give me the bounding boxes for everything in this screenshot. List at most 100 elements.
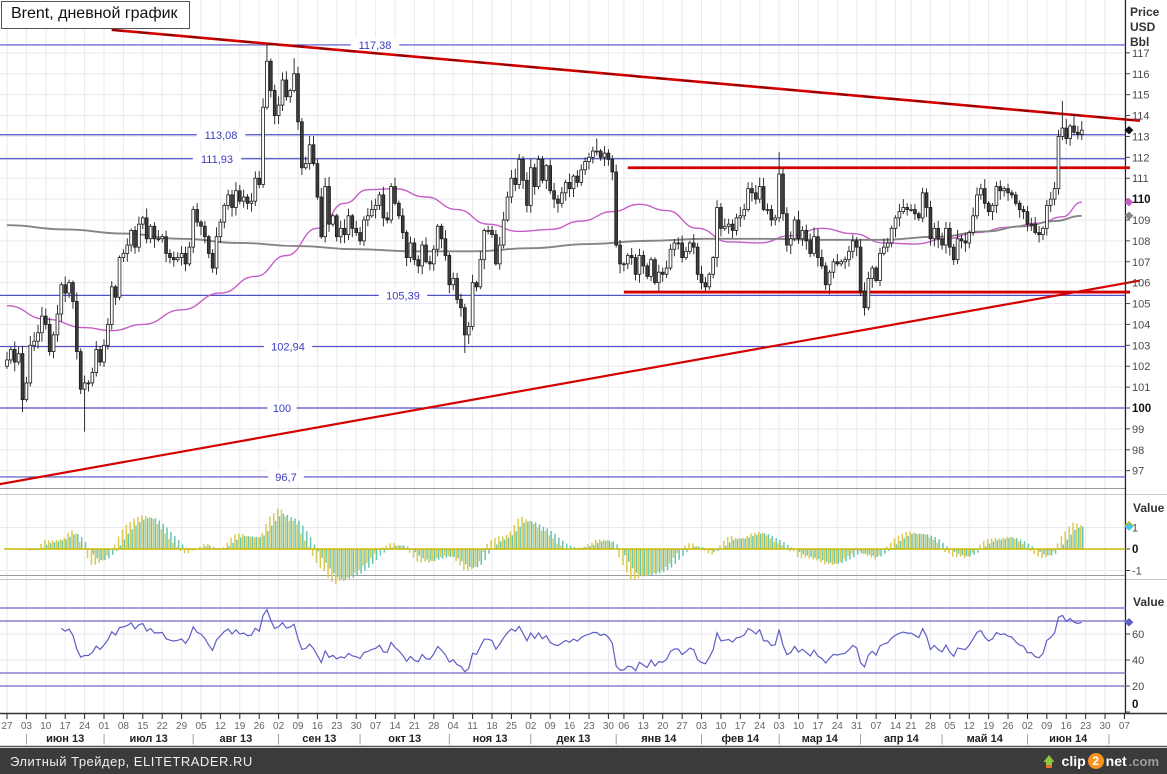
support-line-label: 117,38 xyxy=(359,40,392,52)
screenshot-root: 117,38113,08111,93105,39102,9410096,7Pri… xyxy=(0,0,1167,774)
day-tick-label: 07 xyxy=(1119,721,1131,732)
ma-fast xyxy=(7,189,1082,331)
month-label: апр 14 xyxy=(884,733,920,745)
day-tick-label: 05 xyxy=(195,721,207,732)
clip2net-word-clip: clip xyxy=(1062,753,1086,769)
oscillator-tick-label: -1 xyxy=(1132,566,1142,578)
clip2net-logo[interactable]: clip 2 net .com xyxy=(1043,753,1159,769)
day-tick-label: 09 xyxy=(545,721,557,732)
month-label: май 14 xyxy=(967,733,1004,745)
day-tick-label: 03 xyxy=(696,721,708,732)
clip2net-suffix-com: .com xyxy=(1129,754,1159,769)
month-label: сен 13 xyxy=(302,733,336,745)
day-tick-label: 27 xyxy=(1,721,13,732)
price-tick-label: 102 xyxy=(1132,361,1150,373)
day-tick-label: 24 xyxy=(754,721,766,732)
day-tick-label: 16 xyxy=(564,721,576,732)
month-separator: | xyxy=(1026,733,1029,745)
month-separator: | xyxy=(448,733,451,745)
day-tick-label: 09 xyxy=(292,721,304,732)
footer-bar: Элитный Трейдер, ELITETRADER.RU clip 2 n… xyxy=(0,748,1167,774)
rsi-tick-label: 0 xyxy=(1132,699,1138,711)
day-tick-label: 07 xyxy=(871,721,883,732)
price-tick-label: 105 xyxy=(1132,299,1150,311)
month-separator: | xyxy=(25,733,28,745)
price-tick-label: 116 xyxy=(1132,69,1150,81)
price-axis-header: Price xyxy=(1130,5,1160,19)
month-label: ноя 13 xyxy=(473,733,508,745)
clip2net-word-net: net xyxy=(1106,753,1127,769)
price-tick-label: 99 xyxy=(1132,424,1144,436)
month-label: янв 14 xyxy=(641,733,677,745)
rsi-line xyxy=(61,610,1082,672)
day-tick-label: 16 xyxy=(1061,721,1073,732)
day-tick-label: 08 xyxy=(118,721,130,732)
day-tick-label: 24 xyxy=(79,721,91,732)
day-tick-label: 21 xyxy=(905,721,917,732)
month-separator: | xyxy=(1107,733,1110,745)
month-separator: | xyxy=(615,733,618,745)
day-tick-label: 23 xyxy=(1080,721,1092,732)
day-tick-label: 10 xyxy=(793,721,805,732)
month-label: авг 13 xyxy=(220,733,253,745)
oscillator-value-header: Value xyxy=(1133,501,1165,515)
month-label: окт 13 xyxy=(388,733,421,745)
day-tick-label: 24 xyxy=(832,721,844,732)
day-tick-label: 23 xyxy=(583,721,595,732)
day-tick-label: 29 xyxy=(176,721,188,732)
day-tick-label: 10 xyxy=(40,721,52,732)
support-line-label: 102,94 xyxy=(271,342,305,354)
price-tick-label: 109 xyxy=(1132,215,1150,227)
right-axis-layer: PriceUSDBbl11711611511411311211111010910… xyxy=(1126,5,1165,712)
month-label: дек 13 xyxy=(557,733,591,745)
day-tick-label: 11 xyxy=(467,721,478,732)
price-tick-label: 110 xyxy=(1132,194,1151,206)
day-tick-label: 20 xyxy=(657,721,669,732)
month-separator: | xyxy=(277,733,280,745)
x-axis-layer: 2703101724010815222905121926020916233007… xyxy=(1,714,1130,745)
day-tick-label: 23 xyxy=(331,721,343,732)
panel-frame-layer xyxy=(0,0,1167,747)
price-tick-label: 108 xyxy=(1132,236,1150,248)
rsi-tick-label: 40 xyxy=(1132,655,1144,667)
price-tick-label: 103 xyxy=(1132,340,1150,352)
grid-layer xyxy=(0,0,1126,713)
day-tick-label: 02 xyxy=(273,721,285,732)
support-line-label: 96,7 xyxy=(275,472,296,484)
day-tick-label: 19 xyxy=(234,721,246,732)
price-tick-label: 107 xyxy=(1132,257,1150,269)
rsi-value-header: Value xyxy=(1133,595,1165,609)
day-tick-label: 26 xyxy=(254,721,266,732)
day-tick-label: 26 xyxy=(1002,721,1014,732)
month-label: фев 14 xyxy=(721,733,760,745)
day-tick-label: 03 xyxy=(774,721,786,732)
day-tick-label: 30 xyxy=(351,721,363,732)
price-tick-label: 97 xyxy=(1132,466,1144,478)
day-tick-label: 19 xyxy=(983,721,995,732)
day-tick-label: 07 xyxy=(370,721,382,732)
day-tick-label: 21 xyxy=(409,721,421,732)
day-tick-label: 17 xyxy=(60,721,72,732)
support-line-label: 111,93 xyxy=(201,154,233,166)
support-line-label: 113,08 xyxy=(205,130,238,142)
trading-chart-canvas[interactable]: 117,38113,08111,93105,39102,9410096,7Pri… xyxy=(0,0,1167,748)
price-tick-label: 115 xyxy=(1132,90,1150,102)
day-tick-label: 30 xyxy=(603,721,615,732)
price-tick-label: 98 xyxy=(1132,445,1144,457)
month-separator: | xyxy=(192,733,195,745)
oscillator-histogram-layer xyxy=(4,509,1126,585)
month-separator: | xyxy=(103,733,106,745)
oscillator-tick-label: 0 xyxy=(1132,544,1138,556)
month-label: июн 14 xyxy=(1049,733,1088,745)
day-tick-label: 14 xyxy=(389,721,401,732)
price-tick-label: 100 xyxy=(1132,403,1151,415)
day-tick-label: 28 xyxy=(428,721,440,732)
month-label: июл 13 xyxy=(130,733,168,745)
day-tick-label: 30 xyxy=(1099,721,1111,732)
day-tick-label: 01 xyxy=(98,721,110,732)
day-tick-label: 03 xyxy=(21,721,33,732)
month-separator: | xyxy=(859,733,862,745)
month-separator: | xyxy=(359,733,362,745)
day-tick-label: 04 xyxy=(448,721,460,732)
oscillator-tick-label: 1 xyxy=(1132,523,1138,535)
